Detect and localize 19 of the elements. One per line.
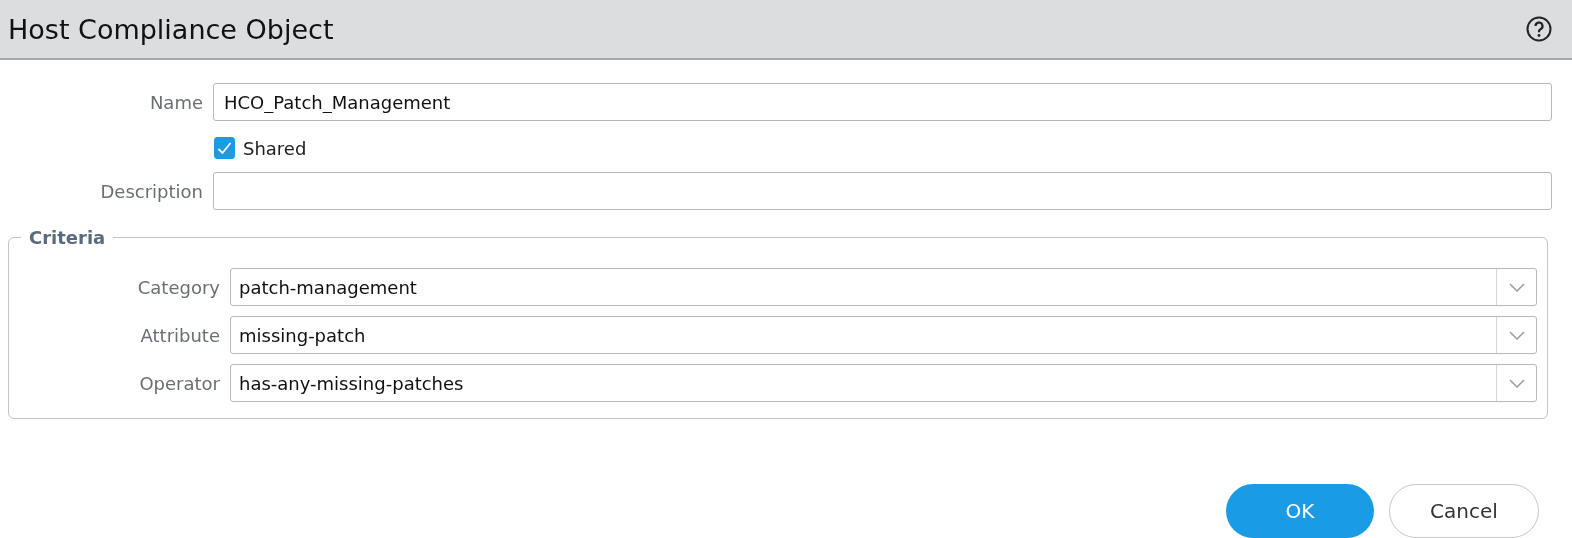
checkbox[interactable] [214, 137, 235, 159]
help-icon[interactable] [1526, 16, 1552, 42]
checkbox-label: Shared [243, 137, 307, 159]
section-title: Criteria [28, 227, 107, 248]
field-label: Description [100, 180, 203, 202]
dropdown-field[interactable]: has-any-missing-patches [230, 364, 1537, 402]
field-label: Attribute [140, 324, 220, 346]
field-label: Category [137, 276, 220, 298]
chevron-down-icon [1508, 282, 1525, 292]
chevron-down-icon [1508, 378, 1525, 388]
window-title: Host Compliance Object [8, 13, 334, 45]
description-field[interactable] [213, 172, 1552, 210]
field-label: Operator [139, 372, 220, 394]
field-label: Name [149, 91, 203, 113]
cancel-button[interactable]: Cancel [1389, 484, 1539, 538]
dropdown-field[interactable]: patch-management [230, 268, 1537, 306]
dropdown-field[interactable]: missing-patch [230, 316, 1537, 354]
name-field[interactable]: HCO_Patch_Management [213, 83, 1552, 121]
chevron-down-icon [1508, 330, 1525, 340]
